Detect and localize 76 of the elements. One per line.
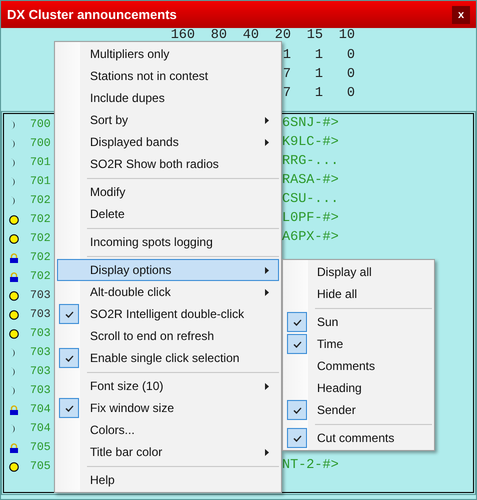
band-count: 7 xyxy=(282,85,291,103)
menu-item[interactable]: Hide all xyxy=(285,283,432,305)
menu-item[interactable]: Stations not in contest xyxy=(57,65,279,87)
menu-item[interactable]: Alt-double click xyxy=(57,281,279,303)
spot-frequency: 705 xyxy=(30,458,52,475)
menu-item[interactable]: Cut comments xyxy=(285,427,432,449)
menu-item[interactable]: SO2R Show both radios xyxy=(57,153,279,175)
menu-item[interactable]: Help xyxy=(57,469,279,491)
spot-comment: 6SNJ-#> xyxy=(282,115,339,134)
band-header: 15 xyxy=(306,28,323,43)
lock-icon xyxy=(9,252,19,262)
menu-item[interactable]: Enable single click selection xyxy=(57,347,279,369)
spot-frequency: 701 xyxy=(30,174,52,190)
menu-item[interactable]: Incoming spots logging xyxy=(57,231,279,253)
band-header: 10 xyxy=(338,28,355,43)
menu-item[interactable]: Modify xyxy=(57,181,279,203)
lock-icon xyxy=(9,442,19,452)
spot-frequency: 700 xyxy=(30,136,52,152)
menu-item[interactable]: Delete xyxy=(57,203,279,225)
band-count: 1 xyxy=(314,47,323,65)
spot-frequency: 702 xyxy=(30,230,52,247)
menu-item[interactable]: Title bar color xyxy=(57,441,279,463)
menu-item[interactable]: Display all xyxy=(285,261,432,283)
spot-comment: A6PX-#> xyxy=(282,229,339,248)
spot-frequency: 703 xyxy=(30,326,52,342)
band-count: 1 xyxy=(314,85,323,103)
band-count: 0 xyxy=(346,66,355,84)
menu-item[interactable]: Display options xyxy=(57,259,279,281)
spot-frequency: 702 xyxy=(30,212,52,228)
spot-comment: K9LC-#> xyxy=(282,134,339,152)
menu-item[interactable]: Sort by xyxy=(57,109,279,131)
menu-item[interactable]: Displayed bands xyxy=(57,131,279,153)
spot-frequency: 702 xyxy=(30,192,52,209)
spot-frequency: 704 xyxy=(30,420,52,437)
close-button[interactable]: x xyxy=(452,6,470,24)
spot-frequency: 703 xyxy=(30,364,52,380)
menu-item[interactable]: Fix window size xyxy=(57,397,279,419)
spot-comment: NT-2-#> xyxy=(282,457,339,476)
window-title: DX Cluster announcements xyxy=(7,6,177,24)
menu-item[interactable]: Sun xyxy=(285,311,432,333)
menu-item[interactable]: Time xyxy=(285,333,432,355)
band-header: 80 xyxy=(210,28,227,43)
band-count: 1 xyxy=(282,47,291,65)
spot-frequency: 703 xyxy=(30,382,52,399)
band-header: 20 xyxy=(274,28,291,43)
spot-frequency: 703 xyxy=(30,288,52,304)
lock-icon xyxy=(9,272,19,282)
spot-comment: RASA-#> xyxy=(282,172,339,190)
menu-item[interactable]: Include dupes xyxy=(57,87,279,109)
menu-item[interactable]: Heading xyxy=(285,377,432,399)
sun-icon xyxy=(9,462,19,472)
spot-comment: RRG-... xyxy=(282,153,339,172)
menu-item[interactable]: Colors... xyxy=(57,419,279,441)
band-header: 40 xyxy=(242,28,259,43)
menu-item[interactable]: Multipliers only xyxy=(57,43,279,65)
spot-frequency: 703 xyxy=(30,344,52,361)
band-header: 160 xyxy=(170,28,195,43)
menu-item[interactable]: SO2R Intelligent double-click xyxy=(57,303,279,325)
spot-frequency: 705 xyxy=(30,440,52,456)
menu-item[interactable]: Sender xyxy=(285,399,432,421)
lock-icon xyxy=(9,404,19,414)
band-count: 7 xyxy=(282,66,291,84)
spot-comment: CSU-... xyxy=(282,191,339,210)
spot-comment: L0PF-#> xyxy=(282,210,339,228)
band-count: 1 xyxy=(314,66,323,84)
spot-frequency: 704 xyxy=(30,402,52,418)
spot-frequency: 702 xyxy=(30,268,52,285)
menu-item[interactable]: Scroll to end on refresh xyxy=(57,325,279,347)
spot-frequency: 701 xyxy=(30,154,52,171)
spot-frequency: 700 xyxy=(30,116,52,133)
band-count: 0 xyxy=(346,85,355,103)
menu-item[interactable]: Comments xyxy=(285,355,432,377)
band-count: 0 xyxy=(346,47,355,65)
menu-item[interactable]: Font size (10) xyxy=(57,375,279,397)
spot-frequency: 702 xyxy=(30,250,52,266)
spot-frequency: 703 xyxy=(30,306,52,323)
